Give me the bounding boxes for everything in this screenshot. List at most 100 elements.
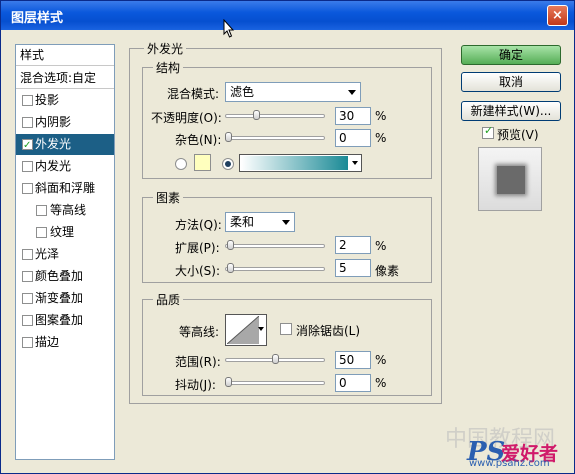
noise-slider-track[interactable] — [225, 136, 325, 140]
style-item-1[interactable]: 投影 — [16, 90, 114, 111]
solid-color-radio[interactable] — [175, 158, 187, 170]
style-item-2[interactable]: 内阴影 — [16, 112, 114, 133]
size-input[interactable]: 5 — [335, 259, 371, 277]
preview-label[interactable]: 预览(V) — [497, 126, 539, 143]
noise-input[interactable]: 0 — [335, 129, 371, 147]
style-item-11[interactable]: 图案叠加 — [16, 310, 114, 331]
cancel-button[interactable]: 取消 — [461, 72, 561, 92]
style-item-10[interactable]: 渐变叠加 — [16, 288, 114, 309]
style-preview — [478, 147, 542, 211]
style-item-checkbox[interactable] — [22, 135, 33, 156]
style-item-label: 颜色叠加 — [35, 269, 84, 283]
antialias-checkbox[interactable] — [280, 323, 292, 335]
layer-style-dialog: 图层样式 × 样式 混合选项:自定 投影内阴影外发光内发光斜面和浮雕等高线纹理光… — [0, 0, 575, 474]
gradient-picker[interactable] — [239, 154, 362, 172]
method-select[interactable]: 柔和 — [225, 212, 295, 232]
contour-picker[interactable] — [225, 314, 267, 346]
style-item-3[interactable]: 外发光 — [16, 134, 114, 156]
style-item-checkbox[interactable] — [22, 95, 33, 106]
blend-options-item[interactable]: 混合选项:自定 — [16, 68, 114, 89]
opacity-unit: % — [375, 109, 387, 123]
chevron-down-icon — [258, 327, 264, 331]
size-slider-thumb[interactable] — [227, 263, 234, 273]
style-item-checkbox[interactable] — [22, 249, 33, 260]
size-label: 大小(S): — [175, 264, 221, 278]
method-value: 柔和 — [230, 215, 255, 229]
structure-title: 结构 — [153, 59, 184, 76]
style-item-checkbox[interactable] — [36, 205, 47, 216]
preview-checkbox[interactable] — [482, 124, 494, 139]
style-item-checkbox[interactable] — [22, 183, 33, 194]
blend-mode-label: 混合模式: — [167, 87, 220, 101]
gradient-radio[interactable] — [222, 158, 234, 170]
size-slider-track[interactable] — [225, 267, 325, 271]
opacity-label: 不透明度(O): — [151, 111, 222, 125]
style-item-label: 光泽 — [35, 247, 60, 261]
spread-unit: % — [375, 239, 387, 253]
ok-button[interactable]: 确定 — [461, 45, 561, 65]
quality-title: 品质 — [153, 291, 184, 308]
size-unit: 像素 — [375, 264, 400, 278]
opacity-input[interactable]: 30 — [335, 107, 371, 125]
jitter-input[interactable]: 0 — [335, 374, 371, 392]
style-item-label: 等高线 — [50, 203, 87, 217]
styles-header[interactable]: 样式 — [16, 45, 114, 66]
gradient-preview — [241, 156, 348, 170]
style-item-5[interactable]: 斜面和浮雕 — [16, 178, 114, 199]
jitter-unit: % — [375, 376, 387, 390]
style-item-label: 纹理 — [50, 225, 75, 239]
style-item-label: 渐变叠加 — [35, 291, 84, 305]
blend-mode-select[interactable]: 滤色 — [225, 82, 361, 102]
close-icon[interactable]: × — [547, 5, 568, 26]
style-item-label: 投影 — [35, 93, 60, 107]
noise-unit: % — [375, 131, 387, 145]
chevron-down-icon — [348, 90, 356, 95]
chevron-down-icon — [352, 161, 358, 165]
noise-slider-thumb[interactable] — [225, 132, 232, 142]
style-item-checkbox[interactable] — [22, 117, 33, 128]
style-item-label: 内发光 — [35, 159, 72, 173]
antialias-label[interactable]: 消除锯齿(L) — [296, 322, 360, 339]
opacity-slider-thumb[interactable] — [253, 110, 260, 120]
jitter-slider-thumb[interactable] — [225, 377, 232, 387]
dialog-title: 图层样式 — [11, 11, 64, 26]
style-item-checkbox[interactable] — [22, 161, 33, 172]
style-item-label: 描边 — [35, 335, 60, 349]
style-item-label: 斜面和浮雕 — [35, 181, 96, 195]
style-item-9[interactable]: 颜色叠加 — [16, 266, 114, 287]
range-slider-thumb[interactable] — [272, 354, 279, 364]
blend-mode-value: 滤色 — [230, 85, 255, 99]
style-item-8[interactable]: 光泽 — [16, 244, 114, 265]
spread-label: 扩展(P): — [175, 241, 220, 255]
jitter-slider-track[interactable] — [225, 381, 325, 385]
range-unit: % — [375, 353, 387, 367]
method-label: 方法(Q): — [175, 218, 222, 232]
spread-input[interactable]: 2 — [335, 236, 371, 254]
style-item-12[interactable]: 描边 — [16, 332, 114, 353]
spread-slider-thumb[interactable] — [227, 240, 234, 250]
range-input[interactable]: 50 — [335, 351, 371, 369]
style-item-checkbox[interactable] — [22, 315, 33, 326]
solid-color-swatch[interactable] — [194, 154, 211, 171]
style-item-4[interactable]: 内发光 — [16, 156, 114, 177]
style-item-6[interactable]: 等高线 — [16, 200, 114, 221]
style-item-checkbox[interactable] — [22, 271, 33, 282]
contour-label: 等高线: — [179, 325, 220, 339]
opacity-slider-track[interactable] — [225, 114, 325, 118]
outer-glow-title: 外发光 — [144, 40, 187, 57]
style-item-7[interactable]: 纹理 — [16, 222, 114, 243]
style-item-label: 图案叠加 — [35, 313, 84, 327]
style-item-checkbox[interactable] — [22, 337, 33, 348]
style-item-checkbox[interactable] — [22, 293, 33, 304]
style-item-label: 内阴影 — [35, 115, 72, 129]
styles-list: 样式 混合选项:自定 投影内阴影外发光内发光斜面和浮雕等高线纹理光泽颜色叠加渐变… — [15, 44, 115, 460]
style-item-checkbox[interactable] — [36, 227, 47, 238]
mouse-cursor-icon — [223, 19, 235, 38]
jitter-label: 抖动(J): — [175, 378, 216, 392]
spread-slider-track[interactable] — [225, 244, 325, 248]
preview-thumbnail — [497, 166, 525, 194]
title-bar[interactable]: 图层样式 × — [1, 1, 574, 30]
new-style-button[interactable]: 新建样式(W)... — [461, 101, 561, 121]
noise-label: 杂色(N): — [175, 133, 222, 147]
chevron-down-icon — [282, 220, 290, 225]
